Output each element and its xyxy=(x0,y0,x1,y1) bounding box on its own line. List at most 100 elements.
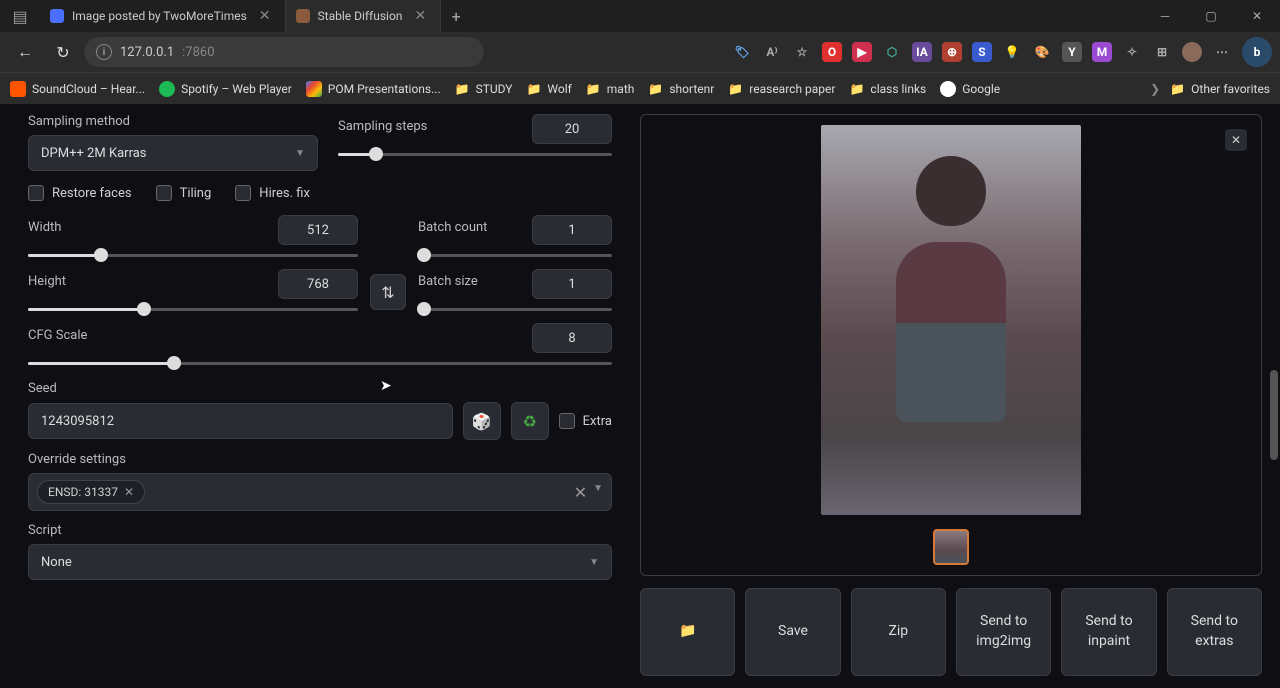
ext-icon[interactable]: ⊕ xyxy=(942,42,962,62)
width-input[interactable]: 512 xyxy=(278,215,358,245)
ext-icon[interactable]: M xyxy=(1092,42,1112,62)
generated-image[interactable] xyxy=(821,125,1081,515)
chevron-down-icon: ▼ xyxy=(589,557,599,568)
width-slider[interactable] xyxy=(28,249,358,261)
batch-count-slider[interactable] xyxy=(418,249,612,261)
open-folder-button[interactable]: 📁 xyxy=(640,588,735,676)
width-label: Width xyxy=(28,220,61,235)
close-icon[interactable]: ✕ xyxy=(255,8,275,24)
close-window-button[interactable]: ✕ xyxy=(1234,0,1280,32)
reuse-seed-button[interactable]: ♻ xyxy=(511,402,549,440)
shopping-icon[interactable]: 🏷 xyxy=(732,42,752,62)
output-panel: ✕ 📁 Save Zip Send to img2img Send to inp… xyxy=(630,104,1280,688)
maximize-button[interactable]: ▢ xyxy=(1188,0,1234,32)
tiling-checkbox[interactable]: Tiling xyxy=(156,185,212,201)
sampling-method-label: Sampling method xyxy=(28,114,318,129)
send-img2img-button[interactable]: Send to img2img xyxy=(956,588,1051,676)
browser-tab[interactable]: Image posted by TwoMoreTimes ✕ xyxy=(40,0,286,32)
script-dropdown[interactable]: None ▼ xyxy=(28,544,612,580)
sampling-steps-slider[interactable] xyxy=(338,148,612,160)
folder-icon: 📁 xyxy=(1170,82,1185,96)
ext-icon[interactable]: Y xyxy=(1062,42,1082,62)
override-settings-field[interactable]: ENSD: 31337 ✕ ✕ ▼ xyxy=(28,473,612,511)
ext-icon[interactable]: 🎨 xyxy=(1032,42,1052,62)
copilot-icon[interactable]: b xyxy=(1242,37,1272,67)
browser-tab-active[interactable]: Stable Diffusion ✕ xyxy=(286,0,442,32)
collections-icon[interactable]: ⊞ xyxy=(1152,42,1172,62)
cfg-slider[interactable] xyxy=(28,357,612,369)
new-tab-button[interactable]: + xyxy=(441,7,471,26)
ext-icon[interactable]: 💡 xyxy=(1002,42,1022,62)
batch-count-input[interactable]: 1 xyxy=(532,215,612,245)
image-preview-frame: ✕ xyxy=(640,114,1262,576)
send-inpaint-button[interactable]: Send to inpaint xyxy=(1061,588,1156,676)
other-favorites[interactable]: 📁Other favorites xyxy=(1170,82,1270,96)
bookmarks-overflow[interactable]: ❯ xyxy=(1150,82,1160,96)
batch-size-label: Batch size xyxy=(418,274,478,289)
sampling-steps-input[interactable]: 20 xyxy=(532,114,612,144)
tab-title: Image posted by TwoMoreTimes xyxy=(72,9,247,23)
hires-fix-checkbox[interactable]: Hires. fix xyxy=(235,185,310,201)
zip-button[interactable]: Zip xyxy=(851,588,946,676)
random-seed-button[interactable]: 🎲 xyxy=(463,402,501,440)
cfg-label: CFG Scale xyxy=(28,328,87,343)
close-icon[interactable]: ✕ xyxy=(410,8,430,24)
bookmark-folder[interactable]: 📁STUDY xyxy=(455,82,513,96)
extra-checkbox[interactable]: Extra xyxy=(559,413,612,429)
send-extras-button[interactable]: Send to extras xyxy=(1167,588,1262,676)
back-button[interactable]: ← xyxy=(8,35,42,69)
image-thumbnail[interactable] xyxy=(933,529,969,565)
sampling-steps-label: Sampling steps xyxy=(338,119,427,134)
folder-icon: 📁 xyxy=(586,82,601,96)
ext-icon[interactable]: ⬡ xyxy=(882,42,902,62)
sampling-method-dropdown[interactable]: DPM++ 2M Karras ▼ xyxy=(28,135,318,171)
chip-remove-icon[interactable]: ✕ xyxy=(124,485,134,499)
bookmark-icon xyxy=(159,81,175,97)
tab-title: Stable Diffusion xyxy=(318,9,403,23)
bookmark-item[interactable]: Google xyxy=(940,81,1000,97)
bookmark-item[interactable]: Spotify – Web Player xyxy=(159,81,292,97)
ext-icon[interactable]: IA xyxy=(912,42,932,62)
menu-icon[interactable]: ⋯ xyxy=(1212,42,1232,62)
bookmark-icon xyxy=(10,81,26,97)
bookmark-folder[interactable]: 📁reasearch paper xyxy=(728,82,835,96)
folder-icon: 📁 xyxy=(728,82,743,96)
close-preview-button[interactable]: ✕ xyxy=(1225,129,1247,151)
bookmark-folder[interactable]: 📁math xyxy=(586,82,635,96)
bookmark-item[interactable]: SoundCloud – Hear... xyxy=(10,81,145,97)
batch-size-slider[interactable] xyxy=(418,303,612,315)
ext-icon[interactable]: ▶ xyxy=(852,42,872,62)
refresh-button[interactable]: ↻ xyxy=(46,35,80,69)
bookmark-folder[interactable]: 📁shortenr xyxy=(648,82,714,96)
favicon-icon xyxy=(296,9,310,23)
batch-count-label: Batch count xyxy=(418,220,487,235)
restore-faces-checkbox[interactable]: Restore faces xyxy=(28,185,132,201)
swap-dimensions-button[interactable]: ⇅ xyxy=(370,274,406,310)
favorites-icon[interactable]: ✧ xyxy=(1122,42,1142,62)
ext-icon[interactable]: S xyxy=(972,42,992,62)
height-slider[interactable] xyxy=(28,303,358,315)
bookmark-folder[interactable]: 📁class links xyxy=(849,82,926,96)
chevron-down-icon[interactable]: ▼ xyxy=(593,483,603,502)
read-aloud-icon[interactable]: A⁾ xyxy=(762,42,782,62)
seed-input[interactable]: 1243095812 xyxy=(28,403,453,439)
bookmark-item[interactable]: POM Presentations... xyxy=(306,81,441,97)
favorite-icon[interactable]: ☆ xyxy=(792,42,812,62)
minimize-button[interactable]: ─ xyxy=(1142,0,1188,32)
ext-icon[interactable]: O xyxy=(822,42,842,62)
address-field[interactable]: i 127.0.0.1:7860 xyxy=(84,37,484,67)
bookmark-folder[interactable]: 📁Wolf xyxy=(526,82,571,96)
clear-overrides-icon[interactable]: ✕ xyxy=(574,483,587,502)
profile-icon[interactable] xyxy=(1182,42,1202,62)
save-button[interactable]: Save xyxy=(745,588,840,676)
title-bar: ▤ Image posted by TwoMoreTimes ✕ Stable … xyxy=(0,0,1280,32)
scrollbar-thumb[interactable] xyxy=(1270,370,1278,460)
height-input[interactable]: 768 xyxy=(278,269,358,299)
site-info-icon[interactable]: i xyxy=(96,44,112,60)
script-label: Script xyxy=(28,523,612,538)
batch-size-input[interactable]: 1 xyxy=(532,269,612,299)
folder-icon: 📁 xyxy=(455,82,470,96)
bookmark-icon xyxy=(306,81,322,97)
tab-actions-icon[interactable]: ▤ xyxy=(0,7,40,26)
cfg-input[interactable]: 8 xyxy=(532,323,612,353)
